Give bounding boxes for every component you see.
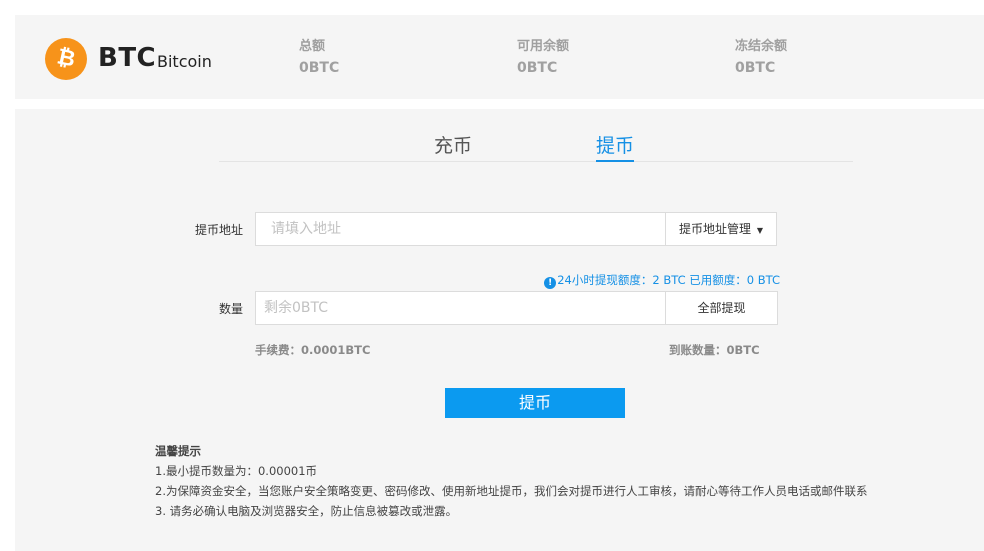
withdraw-submit-button[interactable]: 提币: [445, 388, 625, 418]
amount-label: 数量: [218, 302, 243, 316]
available-balance-value: 0BTC: [517, 60, 558, 76]
coin-symbol: BTC: [98, 43, 157, 73]
amount-field-box: [255, 291, 666, 325]
tab-deposit[interactable]: 充币: [434, 133, 472, 159]
total-balance: 总额 0BTC: [299, 38, 339, 78]
amount-input[interactable]: [256, 292, 665, 324]
total-balance-label: 总额: [299, 39, 326, 54]
address-label: 提币地址: [194, 223, 243, 237]
info-icon: !: [544, 277, 557, 289]
bitcoin-icon: ₿: [45, 38, 87, 80]
tips-section: 温馨提示 1.最小提币数量为：0.00001币 2.为保障资金安全，当您账户安全…: [155, 441, 867, 521]
balance-header: ₿ BTC Bitcoin 总额 0BTC 可用余额 0BTC 冻结余额 0BT…: [15, 15, 984, 99]
frozen-balance-value: 0BTC: [735, 60, 776, 76]
tip-item: 1.最小提币数量为：0.00001币: [155, 464, 318, 478]
tip-item: 2.为保障资金安全，当您账户安全策略变更、密码修改、使用新地址提币，我们会对提币…: [155, 484, 868, 498]
address-manage-label: 提币地址管理: [679, 222, 752, 236]
address-field-box: [255, 212, 666, 246]
available-balance-label: 可用余额: [517, 39, 570, 54]
total-balance-value: 0BTC: [299, 60, 340, 76]
caret-down-icon: ▼: [756, 226, 763, 235]
address-manage-dropdown[interactable]: 提币地址管理 ▼: [665, 212, 777, 246]
fee-text: 手续费：0.0001BTC: [255, 343, 371, 357]
tip-item: 3. 请务必确认电脑及浏览器安全，防止信息被篡改或泄露。: [155, 504, 458, 518]
frozen-balance-label: 冻结余额: [735, 39, 788, 54]
frozen-balance: 冻结余额 0BTC: [735, 38, 787, 78]
withdraw-all-button[interactable]: 全部提现: [665, 291, 778, 325]
tips-title: 温馨提示: [155, 444, 201, 458]
tab-withdraw[interactable]: 提币: [596, 133, 635, 162]
bitcoin-glyph: ₿: [54, 44, 78, 73]
coin-name: Bitcoin: [157, 52, 212, 71]
address-input[interactable]: [256, 213, 665, 245]
withdraw-limit-text: 24小时提现额度：2 BTC 已用额度：0 BTC: [557, 273, 780, 287]
received-amount-text: 到账数量：0BTC: [669, 343, 760, 357]
available-balance: 可用余额 0BTC: [517, 38, 569, 78]
withdraw-panel: 充币 提币 提币地址 提币地址管理 ▼ !24小时提现额度：2 BTC 已用额度…: [15, 109, 984, 551]
withdraw-limit-info: ! 24小时提现额度：2 BTC 已用额度：0 BTC: [544, 272, 780, 289]
tab-bar: 充币 提币: [219, 121, 853, 162]
